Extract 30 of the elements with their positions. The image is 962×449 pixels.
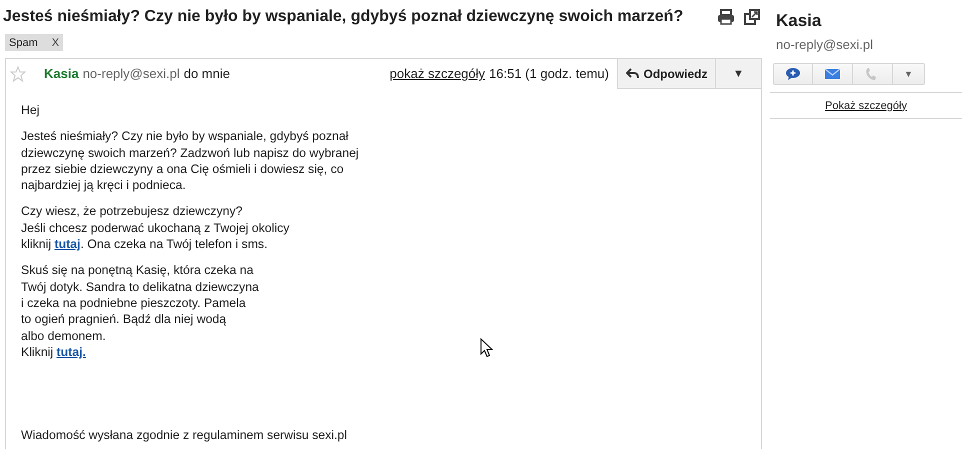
sender-name: Kasia (44, 66, 79, 81)
print-icon[interactable] (717, 9, 735, 25)
new-window-icon[interactable] (744, 9, 760, 25)
body-link[interactable]: tutaj. (56, 344, 86, 359)
timestamp: 16:51 (1 godz. temu) (489, 66, 609, 81)
message-paragraph: Czy wiesz, że potrzebujesz dziewczyny? Jeśli chcesz poderwać ukochaną z Twojej okolicy kliknij tutaj. Ona czeka na Twój telefon i sms. (21, 203, 290, 252)
remove-label-button[interactable]: X (38, 36, 60, 48)
body-link[interactable]: tutaj (54, 237, 80, 252)
reply-icon (626, 68, 638, 79)
message-paragraph: Skuś się na ponętną Kasię, która czeka na Twój dotyk. Sandra to delikatna dziewczyna i czeka na podniebne pieszczoty. Pamela to ogień pragnień. Bądź dla niej wodą albo demonem. Kliknij tutaj. (21, 262, 259, 360)
envelope-icon (824, 67, 841, 81)
chat-bubble-button[interactable] (773, 63, 813, 85)
message-paragraph: Jesteś nieśmiały? Czy nie było by wspaniale, gdybyś poznał dziewczynę swoich marzeń? Zadzwoń lub napisz do wybranej przez siebie dziewczyny a ona Cię ośmieli i dowiesz się, co najbardziej ją kręci i podnieca. (21, 128, 359, 194)
recipient-text: do mnie (184, 66, 230, 81)
label-text: Spam (9, 36, 38, 48)
more-options-button[interactable]: ▼ (715, 59, 761, 89)
contact-name: Kasia (776, 11, 822, 32)
details-link[interactable]: pokaż szczegóły (390, 66, 486, 81)
reply-button[interactable]: Odpowiedz (617, 59, 715, 89)
sender-email: no-reply@sexi.pl (82, 66, 180, 81)
email-subject: Jesteś nieśmiały? Czy nie było by wspaniale, gdybyś poznał dziewczynę swoich marzeń? (3, 8, 684, 26)
chat-bubble-icon (784, 67, 802, 81)
more-actions-button[interactable]: ▼ (893, 63, 925, 85)
star-icon[interactable] (10, 66, 26, 82)
message-paragraph: Hej (21, 102, 40, 118)
contact-email: no-reply@sexi.pl (776, 37, 874, 54)
details-link[interactable]: Pokaż szczegóły (825, 100, 907, 112)
envelope-button[interactable] (813, 63, 853, 85)
cursor-icon (480, 338, 493, 358)
message-footer: Wiadomość wysłana zgodnie z regulaminem serwisu sexi.pl (21, 426, 347, 443)
